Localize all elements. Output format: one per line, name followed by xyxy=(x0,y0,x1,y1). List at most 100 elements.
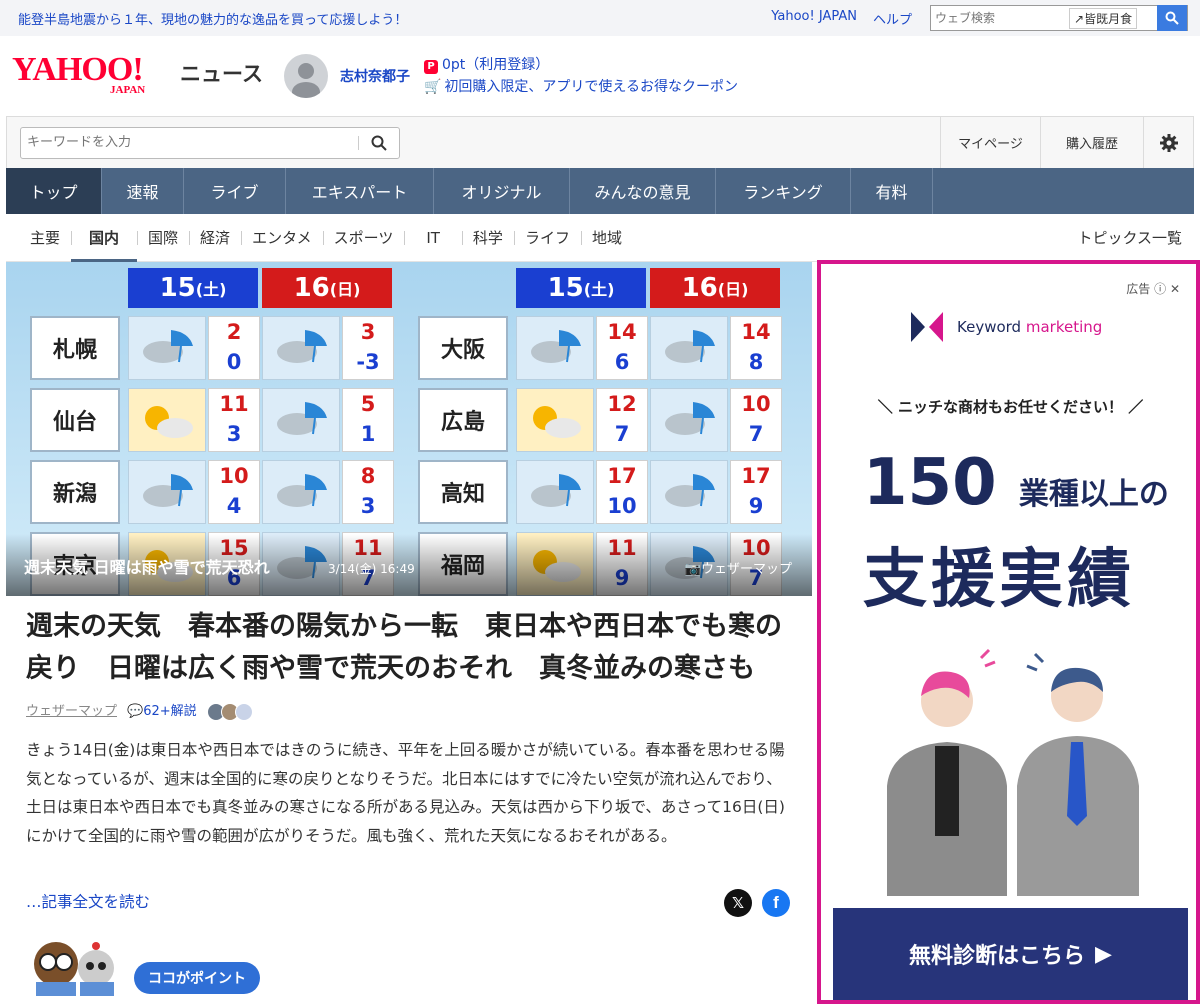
cloud-rain-icon xyxy=(262,460,340,524)
tab-original[interactable]: オリジナル xyxy=(434,168,570,214)
yahoo-japan-link[interactable]: Yahoo! JAPAN xyxy=(771,9,857,28)
city-label: 高知 xyxy=(418,460,508,524)
day-header-sat: 15 (土) xyxy=(516,268,646,308)
ad-cta-button[interactable]: 無料診断はこちら ▶ xyxy=(833,908,1188,1000)
low-temp: 0 xyxy=(226,350,242,374)
points-link[interactable]: 0pt（利用登録） xyxy=(442,57,549,73)
day-header-sun: 16 (日) xyxy=(262,268,392,308)
coupon-link[interactable]: 初回購入限定、アプリで使えるお得なクーポン xyxy=(444,79,738,95)
yahoo-news-logo[interactable]: YAHOO! JAPAN ニュース xyxy=(12,50,263,102)
cloud-rain-icon xyxy=(516,460,594,524)
high-temp: 14 xyxy=(607,320,637,344)
topics-list-link[interactable]: トピックス一覧 xyxy=(1077,227,1194,248)
facebook-share-icon[interactable]: f xyxy=(762,889,790,917)
city-label: 広島 xyxy=(418,388,508,452)
cloud-rain-icon xyxy=(128,460,206,524)
play-arrow-icon: ▶ xyxy=(1095,941,1112,967)
close-icon[interactable]: ✕ xyxy=(1170,282,1180,296)
keyword-marketing-logo-icon xyxy=(911,312,943,342)
cat-domestic[interactable]: 国内 xyxy=(71,214,138,262)
web-search-input[interactable] xyxy=(931,11,1069,25)
cat-entertainment[interactable]: エンタメ xyxy=(241,214,323,261)
cat-it[interactable]: IT xyxy=(404,214,462,261)
tab-expert[interactable]: エキスパート xyxy=(286,168,434,214)
search-suggestion[interactable]: ↗皆既月食 xyxy=(1069,7,1138,29)
search-icon xyxy=(1165,11,1179,25)
low-temp: 4 xyxy=(226,494,242,518)
cloud-rain-icon xyxy=(650,388,728,452)
web-search-box: ↗皆既月食 xyxy=(930,5,1188,31)
keyword-search-box xyxy=(20,126,400,159)
service-name: ニュース xyxy=(180,62,263,86)
info-icon[interactable]: ⓘ xyxy=(1154,282,1166,296)
weather-image[interactable]: 15 (土) 16 (日) 15 (土) 16 (日) 札幌 2 0 3 -3 仙台 11 3 5 1 新潟… xyxy=(6,262,812,596)
tab-paid[interactable]: 有料 xyxy=(851,168,933,214)
day-of-week: (土) xyxy=(195,280,227,299)
help-link[interactable]: ヘルプ xyxy=(873,9,912,28)
username-link[interactable]: 志村奈都子 xyxy=(340,66,410,86)
keyword-search-input[interactable] xyxy=(21,135,358,150)
search-row: マイページ 購入履歴 xyxy=(6,116,1194,168)
low-temp: -3 xyxy=(356,350,380,374)
main-content: 15 (土) 16 (日) 15 (土) 16 (日) 札幌 2 0 3 -3 仙台 11 3 5 1 新潟… xyxy=(0,260,1200,1004)
cat-world[interactable]: 国際 xyxy=(137,214,189,261)
cat-local[interactable]: 地域 xyxy=(580,214,633,261)
temperature-cell: 17 10 xyxy=(596,460,648,524)
cat-sports[interactable]: スポーツ xyxy=(322,214,405,261)
low-temp: 7 xyxy=(748,422,764,446)
low-temp: 1 xyxy=(360,422,376,446)
high-temp: 10 xyxy=(741,392,771,416)
comments-count: 62+解説 xyxy=(143,703,197,719)
tab-opinions[interactable]: みんなの意見 xyxy=(570,168,716,214)
point-badge[interactable]: ココがポイント xyxy=(134,962,260,994)
day-header-sat: 15 (土) xyxy=(128,268,258,308)
gear-icon xyxy=(1159,133,1178,152)
ad-label-row: 広告 ⓘ ✕ xyxy=(1126,280,1180,297)
search-suggestion-label: 皆既月食 xyxy=(1084,11,1133,26)
sun-cloud-icon xyxy=(516,388,594,452)
article-headline[interactable]: 週末の天気 春本番の陽気から一転 東日本や西日本でも寒の戻り 日曜は広く雨や雪で… xyxy=(26,611,782,684)
tab-breaking[interactable]: 速報 xyxy=(102,168,184,214)
caption-date: 3/14(金) 16:49 xyxy=(328,562,415,576)
purchase-history-link[interactable]: 購入履歴 xyxy=(1040,117,1143,168)
temperature-cell: 83 xyxy=(342,460,394,524)
avatar[interactable] xyxy=(284,54,328,98)
promo-link[interactable]: 能登半島地震から１年、現地の魅力的な逸品を買って応援しよう！ xyxy=(18,9,771,28)
mypage-link[interactable]: マイページ xyxy=(940,117,1040,168)
low-temp: 9 xyxy=(748,494,764,518)
web-search-button[interactable] xyxy=(1157,5,1187,31)
comments-link[interactable]: 💬62+解説 xyxy=(127,691,197,733)
ad-brand-b: marketing xyxy=(1025,318,1103,336)
image-caption: 週末天気 日曜は雨や雪で荒天恐れ 3/14(金) 16:49 📷ウェザーマップ xyxy=(6,534,812,596)
cat-main[interactable]: 主要 xyxy=(6,214,71,261)
settings-button[interactable] xyxy=(1143,117,1193,168)
day-of-week: (日) xyxy=(329,280,361,299)
low-temp: 3 xyxy=(226,422,242,446)
header: YAHOO! JAPAN ニュース 志村奈都子 P 0pt（利用登録） 🛒 初回購入… xyxy=(0,36,1200,116)
x-share-icon[interactable]: 𝕏 xyxy=(724,889,752,917)
paypay-point-icon: P xyxy=(424,60,438,74)
high-temp: 17 xyxy=(741,464,771,488)
main-nav: トップ 速報 ライブ エキスパート オリジナル みんなの意見 ランキング 有料 xyxy=(6,168,1194,214)
ad-banner[interactable]: 広告 ⓘ ✕ Keyword marketing ＼ ニッチな商材もお任せくださ… xyxy=(833,276,1188,1000)
cat-life[interactable]: ライフ xyxy=(513,214,581,261)
read-more-link[interactable]: …記事全文を読む xyxy=(26,890,150,912)
tab-ranking[interactable]: ランキング xyxy=(716,168,851,214)
article-summary: きょう14日(金)は東日本や西日本ではきのうに続き、平年を上回る暖かさが続いてい… xyxy=(26,741,785,845)
temperature-cell: 14 8 xyxy=(730,316,782,380)
temperature-cell: 51 xyxy=(342,388,394,452)
cat-economy[interactable]: 経済 xyxy=(189,214,241,261)
ad-number: 150 xyxy=(863,446,997,520)
tab-top[interactable]: トップ xyxy=(6,168,102,214)
high-temp: 2 xyxy=(226,320,242,344)
tab-live[interactable]: ライブ xyxy=(184,168,286,214)
caption-source: 📷ウェザーマップ xyxy=(685,558,792,577)
cloud-rain-icon xyxy=(650,460,728,524)
high-temp: 5 xyxy=(360,392,376,416)
logo-text: YAHOO! xyxy=(12,51,144,88)
city-label: 札幌 xyxy=(30,316,120,380)
article-source[interactable]: ウェザーマップ xyxy=(26,691,117,733)
keyword-search-button[interactable] xyxy=(359,135,399,151)
high-temp: 12 xyxy=(607,392,637,416)
cat-science[interactable]: 科学 xyxy=(461,214,514,261)
